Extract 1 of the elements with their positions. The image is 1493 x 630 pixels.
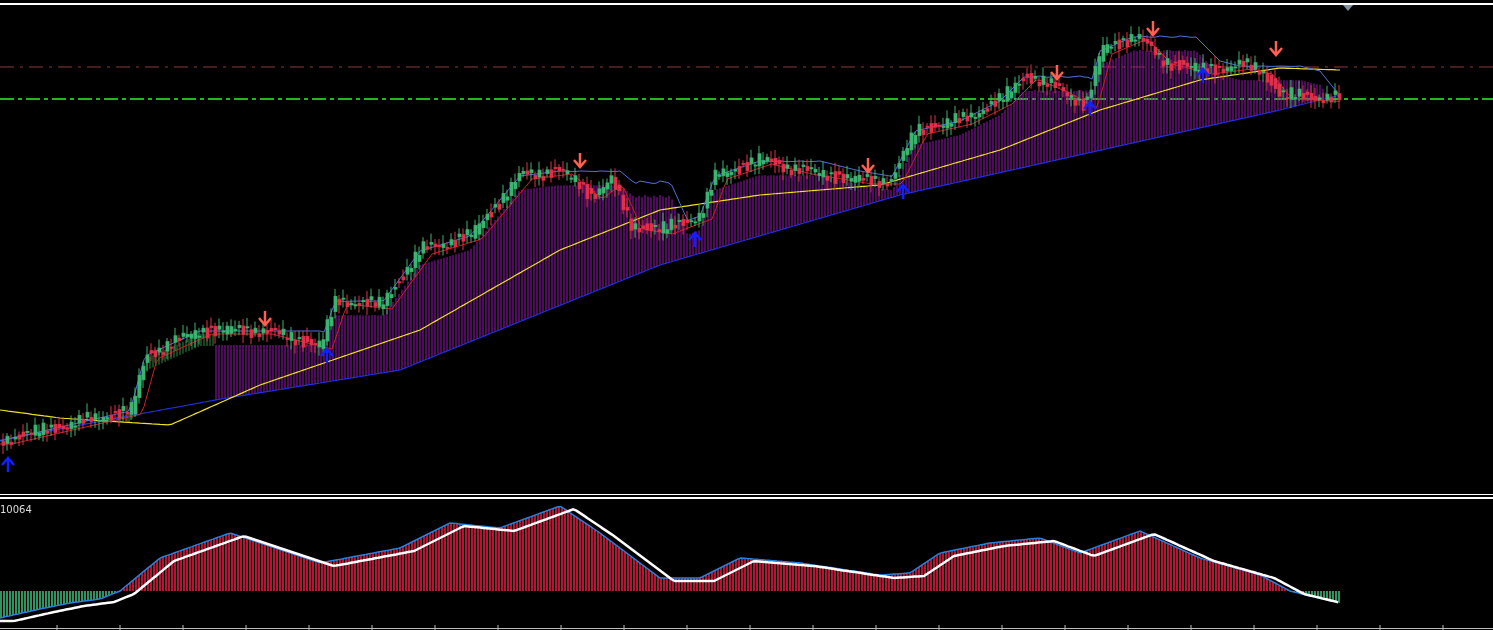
indicator-value-label: 10064 <box>0 504 32 515</box>
